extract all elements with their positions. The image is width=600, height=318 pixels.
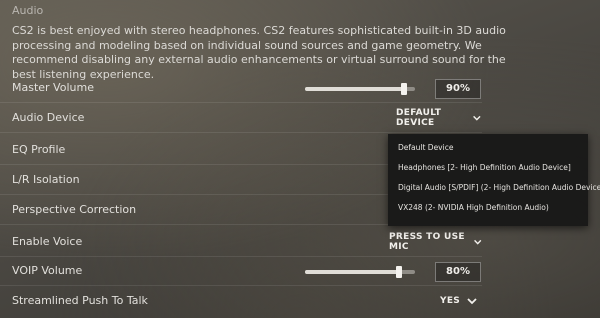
chevron-down-icon bbox=[473, 115, 481, 121]
audio-device-option[interactable]: Default Device bbox=[398, 143, 453, 152]
audio-device-label: Audio Device bbox=[12, 111, 85, 124]
perspective-correction-label: Perspective Correction bbox=[12, 203, 137, 216]
master-volume-fill bbox=[305, 87, 404, 91]
audio-device-dropdown[interactable]: DEFAULT DEVICE bbox=[396, 108, 482, 128]
eq-profile-label: EQ Profile bbox=[12, 143, 66, 156]
voip-volume-label: VOIP Volume bbox=[12, 264, 83, 277]
enable-voice-label: Enable Voice bbox=[12, 235, 83, 248]
master-volume-row: Master Volume 90% bbox=[0, 74, 482, 103]
master-volume-slider[interactable] bbox=[305, 83, 415, 95]
voip-volume-value[interactable]: 80% bbox=[435, 262, 481, 282]
audio-device-selected: DEFAULT DEVICE bbox=[396, 108, 442, 128]
voip-volume-slider[interactable] bbox=[305, 266, 415, 278]
chevron-down-icon bbox=[467, 298, 477, 305]
master-volume-value[interactable]: 90% bbox=[435, 79, 481, 99]
voip-volume-thumb[interactable] bbox=[396, 266, 402, 278]
enable-voice-row: Enable Voice PRESS TO USE MIC bbox=[0, 228, 482, 257]
streamlined-ptt-label: Streamlined Push To Talk bbox=[12, 294, 148, 307]
lr-isolation-label: L/R Isolation bbox=[12, 173, 80, 186]
audio-device-option[interactable]: Headphones [2- High Definition Audio Dev… bbox=[398, 163, 571, 172]
audio-device-option[interactable]: VX248 (2- NVIDIA High Definition Audio) bbox=[398, 203, 549, 212]
streamlined-ptt-dropdown[interactable]: YES bbox=[440, 292, 478, 310]
audio-device-option[interactable]: Digital Audio [S/PDIF] (2- High Definiti… bbox=[398, 183, 600, 192]
voip-volume-row: VOIP Volume 80% bbox=[0, 257, 482, 286]
streamlined-ptt-row: Streamlined Push To Talk YES bbox=[0, 287, 482, 315]
chevron-down-icon bbox=[473, 239, 481, 245]
section-title: Audio bbox=[12, 4, 44, 17]
audio-device-row: Audio Device DEFAULT DEVICE bbox=[0, 104, 482, 133]
master-volume-thumb[interactable] bbox=[401, 83, 407, 95]
master-volume-label: Master Volume bbox=[12, 81, 94, 94]
streamlined-ptt-selected: YES bbox=[440, 296, 461, 306]
audio-device-menu: Default Device Headphones [2- High Defin… bbox=[388, 134, 600, 226]
enable-voice-selected: PRESS TO USE MIC bbox=[389, 232, 465, 252]
enable-voice-dropdown[interactable]: PRESS TO USE MIC bbox=[389, 232, 482, 252]
voip-volume-fill bbox=[305, 270, 399, 274]
